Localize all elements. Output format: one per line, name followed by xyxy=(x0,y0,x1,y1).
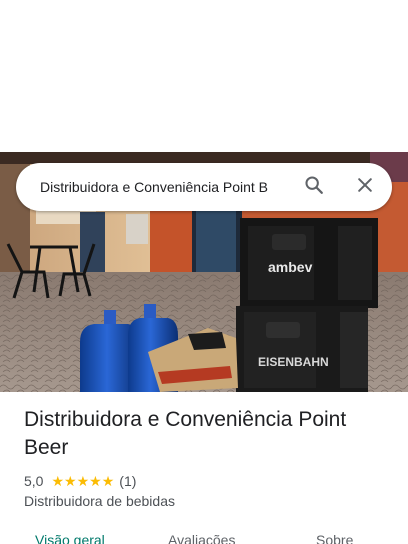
search-bar: Distribuidora e Conveniência Point B xyxy=(16,163,392,211)
tab-reviews[interactable]: Avaliações xyxy=(168,530,235,544)
place-tabs: Visão geral Avaliações Sobre xyxy=(0,530,408,544)
clear-search-button[interactable] xyxy=(349,171,381,203)
review-count[interactable]: (1) xyxy=(119,473,136,489)
rating-row[interactable]: 5,0 ★ ★ ★ ★ ★ (1) xyxy=(24,472,136,490)
rating-stars: ★ ★ ★ ★ ★ xyxy=(51,474,114,488)
tab-overview[interactable]: Visão geral xyxy=(35,530,105,544)
tab-about[interactable]: Sobre xyxy=(316,530,353,544)
star-icon: ★ xyxy=(64,473,77,489)
close-icon xyxy=(355,175,375,200)
crate-brand-eisenbahn: EISENBAHN xyxy=(258,355,329,369)
crate-brand-ambev: ambev xyxy=(268,259,313,275)
search-button[interactable] xyxy=(298,171,330,203)
rating-value: 5,0 xyxy=(24,473,44,489)
star-icon: ★ xyxy=(76,473,90,489)
search-input[interactable]: Distribuidora e Conveniência Point B xyxy=(40,163,304,211)
star-icon: ★ xyxy=(51,473,65,489)
place-title: Distribuidora e Conveniência Point Beer xyxy=(24,408,347,459)
place-category: Distribuidora de bebidas xyxy=(24,493,175,509)
search-icon xyxy=(303,174,325,201)
star-icon: ★ xyxy=(101,473,115,489)
star-icon: ★ xyxy=(89,473,102,489)
map-blank-area xyxy=(0,0,408,152)
